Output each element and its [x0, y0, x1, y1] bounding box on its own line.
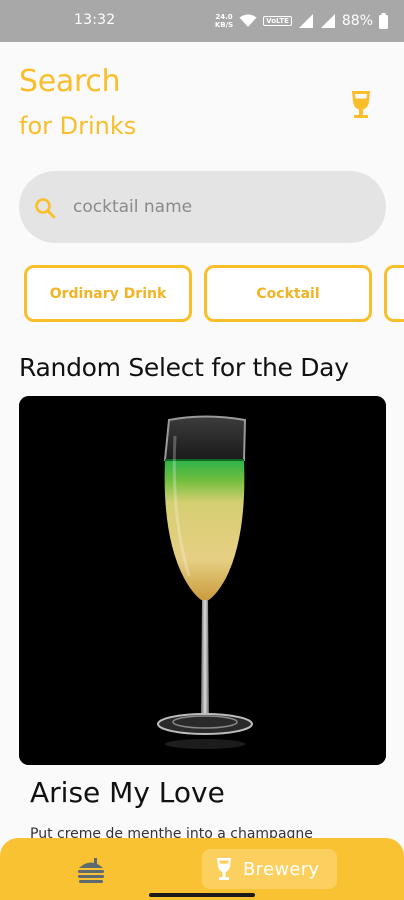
app-screen: 13:32 24.0 KB/S VoLTE 88% Search for Dri… [0, 0, 404, 900]
page-title: Search [19, 64, 121, 99]
wine-glass-icon [217, 858, 231, 880]
volte-badge: VoLTE [263, 16, 292, 26]
bottom-nav: Brewery [0, 838, 404, 900]
search-input[interactable] [71, 191, 361, 223]
status-bar: 13:32 24.0 KB/S VoLTE 88% [0, 0, 404, 42]
search-icon[interactable] [34, 197, 56, 219]
category-chips: Ordinary Drink Cocktail [24, 265, 404, 323]
category-chip-cocktail[interactable]: Cocktail [204, 265, 372, 322]
category-chip-ordinary-drink[interactable]: Ordinary Drink [24, 265, 192, 322]
nav-brewery-tab[interactable]: Brewery [202, 849, 337, 889]
section-title: Random Select for the Day [19, 353, 349, 382]
status-icons: 24.0 KB/S VoLTE 88% [215, 11, 388, 31]
nav-brewery-label: Brewery [243, 858, 320, 880]
drink-image [19, 396, 386, 765]
network-speed-unit: KB/S [214, 21, 234, 29]
signal-icon [298, 14, 313, 28]
signal-icon-2 [320, 14, 335, 28]
battery-icon [379, 13, 388, 29]
wifi-icon [239, 14, 257, 27]
battery-percent: 88% [341, 13, 373, 29]
drink-name: Arise My Love [30, 776, 225, 809]
drink-card[interactable] [19, 396, 386, 765]
status-time: 13:32 [74, 12, 116, 28]
search-bar[interactable] [19, 171, 386, 243]
wine-glass-icon[interactable] [349, 90, 373, 120]
home-indicator[interactable] [149, 893, 255, 897]
network-speed-value: 24.0 [215, 13, 233, 21]
burger-icon[interactable] [76, 856, 106, 884]
network-speed: 24.0 KB/S [215, 13, 233, 29]
page-subtitle: for Drinks [19, 112, 137, 140]
category-chip-partial[interactable] [384, 265, 404, 322]
